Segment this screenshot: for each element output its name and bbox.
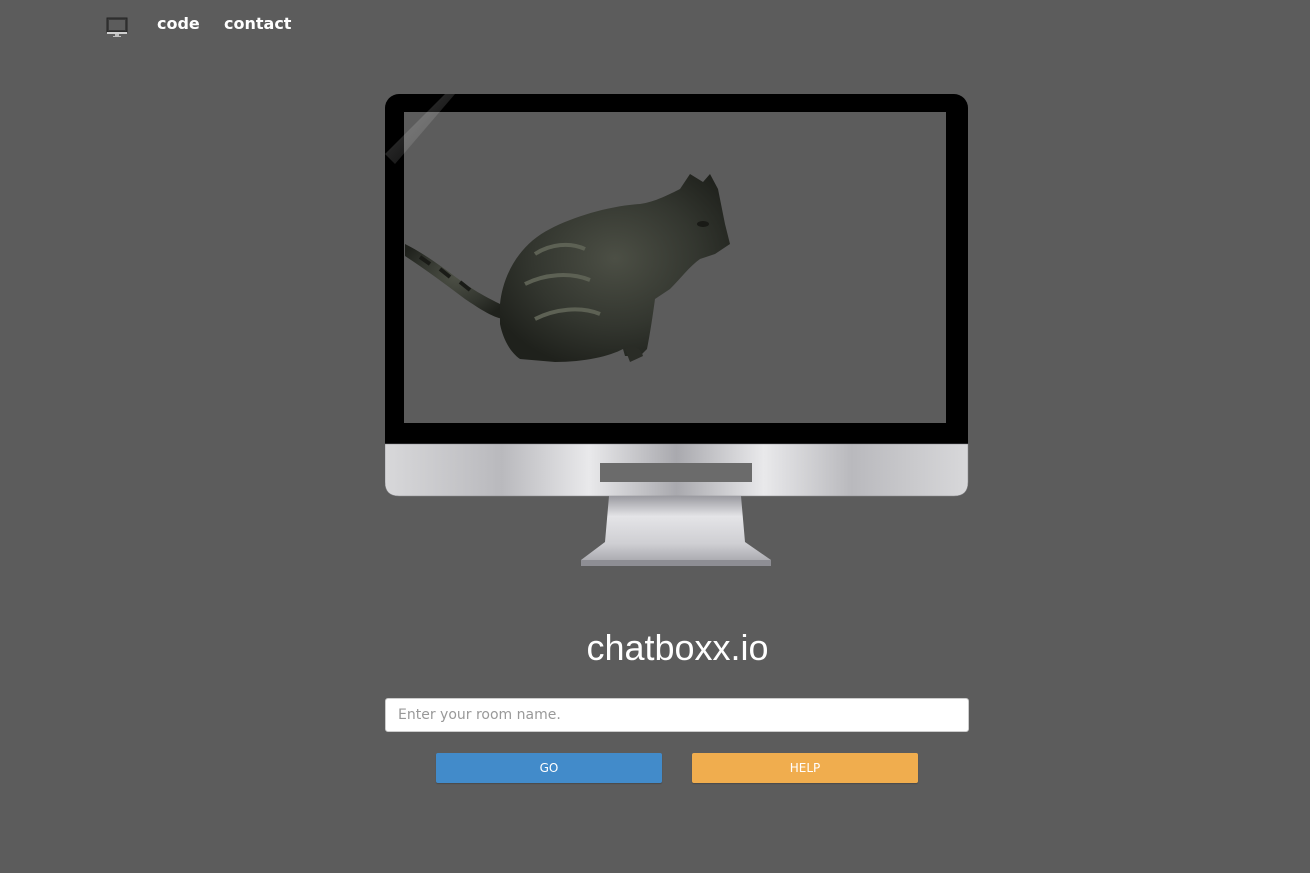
help-button[interactable]: HELP <box>692 753 918 783</box>
site-title: chatboxx.io <box>586 627 769 668</box>
room-name-input[interactable] <box>385 698 969 732</box>
nav-link-contact[interactable]: contact <box>224 14 291 33</box>
go-button[interactable]: GO <box>436 753 662 783</box>
nav-link-code[interactable]: code <box>157 14 200 33</box>
monitor-illustration <box>385 94 969 568</box>
top-nav: code contact <box>0 0 1310 52</box>
monitor-icon[interactable] <box>106 16 128 38</box>
